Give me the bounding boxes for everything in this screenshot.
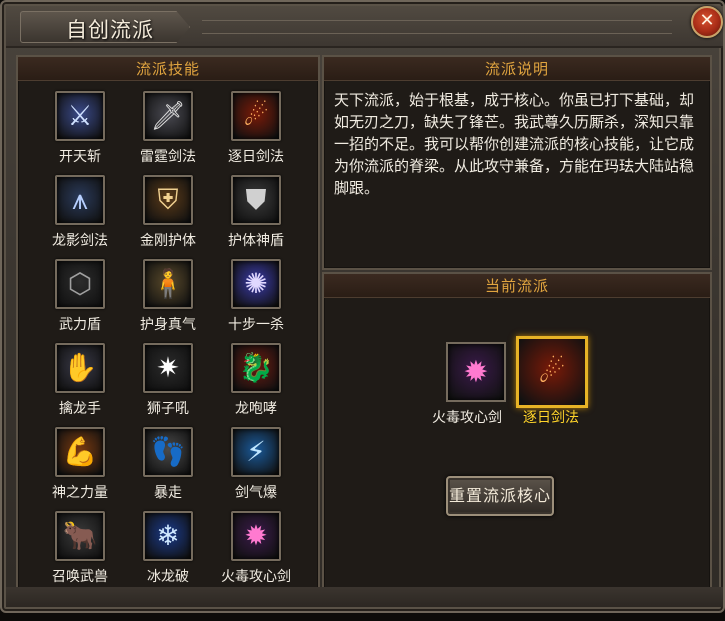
skill-label: 逐日剑法	[228, 149, 284, 165]
current-style-header: 当前流派	[324, 274, 710, 298]
dragon-shadow-sword-icon[interactable]: ⩚	[55, 175, 105, 225]
current-slot-2-label: 逐日剑法	[523, 410, 579, 426]
skill-label: 暴走	[154, 485, 182, 501]
skill-label: 护身真气	[140, 317, 196, 333]
skill-glyph: ✋	[62, 351, 98, 384]
skill-glyph: ⬡	[67, 267, 93, 300]
skill-grid: ⚔ 开天斩 🗡 雷霆剑法 ☄ 逐日剑法 ⩚ 龙影剑法 ⛨ 金刚护体 ⛊ 护体神盾 ⬡ 武力盾 🧍 护身真气 ✺ 十…	[34, 91, 304, 621]
skill-label: 神之力量	[52, 485, 108, 501]
skill-item[interactable]: ⬡ 武力盾	[34, 259, 124, 341]
description-panel-header: 流派说明	[324, 57, 710, 81]
skill-item[interactable]: ⚔ 开天斩	[34, 91, 124, 173]
bottom-frame	[6, 587, 723, 607]
skill-item[interactable]: ✹ 火毒攻心剑	[210, 511, 300, 593]
skill-label: 冰龙破	[147, 569, 189, 585]
skill-item[interactable]: ✷ 狮子吼	[122, 343, 212, 425]
skill-glyph: ✷	[156, 351, 180, 384]
skill-label: 狮子吼	[147, 401, 189, 417]
skill-glyph: 🐂	[62, 519, 98, 552]
skill-glyph: 🧍	[150, 267, 186, 300]
skill-label: 擒龙手	[59, 401, 101, 417]
skill-item[interactable]: ⩚ 龙影剑法	[34, 175, 124, 257]
skills-panel-header: 流派技能	[18, 57, 318, 81]
skill-label: 剑气爆	[235, 485, 277, 501]
skill-item[interactable]: ⛊ 护体神盾	[210, 175, 300, 257]
skill-glyph: 🗡	[150, 99, 186, 132]
skill-label: 开天斩	[59, 149, 101, 165]
thunder-sword-icon[interactable]: 🗡	[143, 91, 193, 141]
sword-slash-icon[interactable]: ⚔	[55, 91, 105, 141]
skill-item[interactable]: ⛨ 金刚护体	[122, 175, 212, 257]
force-shield-icon[interactable]: ⬡	[55, 259, 105, 309]
current-style-panel: 当前流派	[322, 272, 712, 592]
title-ornament	[202, 20, 672, 34]
skill-glyph: 💪	[62, 435, 98, 468]
summon-beast-icon[interactable]: 🐂	[55, 511, 105, 561]
divine-armor-icon[interactable]: ⛊	[231, 175, 281, 225]
current-slot-2[interactable]: ☄	[516, 336, 588, 408]
skill-glyph: 👣	[150, 435, 186, 468]
skill-item[interactable]: 🗡 雷霆剑法	[122, 91, 212, 173]
ten-step-kill-icon[interactable]: ✺	[231, 259, 281, 309]
skill-item[interactable]: ❄ 冰龙破	[122, 511, 212, 593]
skill-item[interactable]: 👣 暴走	[122, 427, 212, 509]
skill-item[interactable]: 🐉 龙咆哮	[210, 343, 300, 425]
sword-qi-burst-icon[interactable]: ⚡	[231, 427, 281, 477]
skill-item[interactable]: ✺ 十步一杀	[210, 259, 300, 341]
skill-glyph: ⩚	[72, 183, 88, 216]
skill-glyph: ⛊	[245, 183, 267, 216]
lion-roar-icon[interactable]: ✷	[143, 343, 193, 393]
dragon-grab-hand-icon[interactable]: ✋	[55, 343, 105, 393]
ice-dragon-icon[interactable]: ❄	[143, 511, 193, 561]
skill-item[interactable]: ⚡ 剑气爆	[210, 427, 300, 509]
skill-glyph: ⚡	[246, 435, 266, 468]
skill-label: 火毒攻心剑	[221, 569, 291, 585]
skill-label: 武力盾	[59, 317, 101, 333]
protective-qi-icon[interactable]: 🧍	[143, 259, 193, 309]
skill-label: 金刚护体	[140, 233, 196, 249]
skill-glyph: ⛨	[157, 183, 179, 216]
title-bar: 自创流派	[6, 6, 723, 48]
skill-label: 召唤武兽	[52, 569, 108, 585]
sun-chasing-sword-icon[interactable]: ☄	[231, 91, 281, 141]
skill-glyph: ☄	[243, 99, 269, 132]
reset-style-core-button[interactable]: 重置流派核心	[446, 476, 554, 516]
window: 自创流派 ✕ 流派技能 ⚔ 开天斩 🗡 雷霆剑法 ☄ 逐日剑法 ⩚ 龙影剑法 ⛨ 金刚护体 ⛊ 护体神…	[0, 0, 725, 613]
sun-chasing-sword-icon: ☄	[538, 354, 566, 390]
description-panel: 流派说明 天下流派，始于根基，成于核心。你虽已打下基础，却如无刃之刀，缺失了锋芒…	[322, 55, 712, 270]
skill-glyph: ✹	[244, 519, 268, 552]
skill-glyph: 🐉	[238, 351, 274, 384]
skill-glyph: ✺	[244, 267, 268, 300]
close-button[interactable]: ✕	[691, 6, 723, 38]
diamond-shield-icon[interactable]: ⛨	[143, 175, 193, 225]
skill-label: 护体神盾	[228, 233, 284, 249]
current-slot-1[interactable]: ✹	[446, 342, 506, 402]
fire-poison-sword-icon: ✹	[463, 354, 489, 390]
skill-label: 龙咆哮	[235, 401, 277, 417]
skill-item[interactable]: ✋ 擒龙手	[34, 343, 124, 425]
current-slot-1-label: 火毒攻心剑	[432, 410, 502, 426]
dragon-roar-icon[interactable]: 🐉	[231, 343, 281, 393]
skills-panel: 流派技能 ⚔ 开天斩 🗡 雷霆剑法 ☄ 逐日剑法 ⩚ 龙影剑法 ⛨ 金刚护体 ⛊ 护体神盾 ⬡ 武力盾 🧍 护…	[16, 55, 320, 592]
skill-item[interactable]: 🧍 护身真气	[122, 259, 212, 341]
fire-poison-sword-icon[interactable]: ✹	[231, 511, 281, 561]
description-text: 天下流派，始于根基，成于核心。你虽已打下基础，却如无刃之刀，缺失了锋芒。我武尊久…	[334, 91, 695, 197]
skill-item[interactable]: 🐂 召唤武兽	[34, 511, 124, 593]
god-power-icon[interactable]: 💪	[55, 427, 105, 477]
rampage-icon[interactable]: 👣	[143, 427, 193, 477]
skill-item[interactable]: 💪 神之力量	[34, 427, 124, 509]
skill-label: 十步一杀	[228, 317, 284, 333]
skill-item[interactable]: ☄ 逐日剑法	[210, 91, 300, 173]
skill-glyph: ⚔	[67, 99, 93, 132]
skill-label: 龙影剑法	[52, 233, 108, 249]
skill-glyph: ❄	[156, 519, 180, 552]
skill-label: 雷霆剑法	[140, 149, 196, 165]
window-title: 自创流派	[66, 18, 154, 42]
